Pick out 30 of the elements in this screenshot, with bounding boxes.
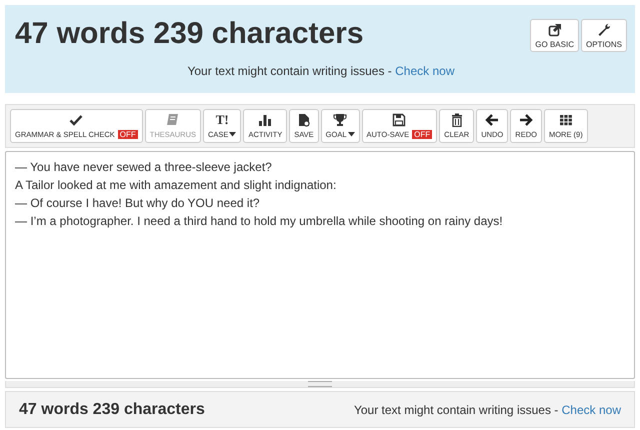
off-badge: OFF [118,130,138,139]
grid-icon [558,113,573,127]
trash-icon [450,113,464,127]
word-count-title: 47 words 239 characters [15,17,364,51]
off-badge: OFF [412,130,432,139]
document-gear-icon [296,113,311,127]
text-line: — I’m a photographer. I need a third hand to hold my umbrella while shooting on rainy days! [15,213,504,230]
text-editor[interactable] [5,151,635,379]
writing-issues-notice: Your text might contain writing issues - Check now [354,402,621,416]
resize-handle[interactable] [5,381,635,388]
right-arrow-icon [519,113,534,127]
wrench-icon [596,22,611,36]
case-icon: T! [216,113,229,127]
word-count: 47 words 239 characters [19,400,205,418]
text-line: A Tailor looked at me with amazement and slight indignation: [15,177,338,194]
external-link-icon [548,22,562,36]
writing-issues-notice: Your text might contain writing issues - Check now [186,64,456,78]
caret-icon [348,132,355,137]
check-now-link[interactable]: Check now [395,64,455,78]
header-button[interactable]: OPTIONS [580,19,627,52]
left-arrow-icon [485,113,500,127]
check-now-link[interactable]: Check now [562,402,621,416]
header-button[interactable]: GO BASIC [530,19,579,52]
caret-icon [229,132,236,137]
trophy-icon [333,113,348,127]
checkmark-icon [69,113,84,127]
bar-chart-icon [258,113,272,127]
text-line: — Of course I have! But why do YOU need it? [15,195,261,212]
text-line: — You have never sewed a three-sleeve jacket? [15,159,273,176]
book-icon [166,113,180,127]
